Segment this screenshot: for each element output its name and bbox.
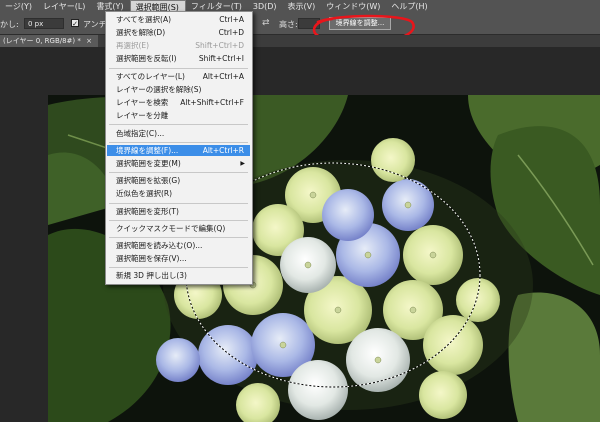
menu-separator	[109, 172, 248, 173]
menu-item-modify[interactable]: 選択範囲を変更(M) ▶	[107, 158, 250, 169]
menu-item-all-layers[interactable]: すべてのレイヤー(L) Alt+Ctrl+A	[107, 71, 250, 82]
menu-window[interactable]: ウィンドウ(W)	[321, 0, 386, 14]
menu-item-reselect: 再選択(E) Shift+Ctrl+D	[116, 41, 244, 50]
document-tab-bar: (レイヤー 0, RGB/8#) * ×	[0, 35, 600, 47]
menu-layer[interactable]: レイヤー(L)	[38, 0, 91, 14]
menu-view[interactable]: 表示(V)	[283, 0, 322, 14]
feather-input[interactable]: 0 px	[24, 18, 64, 29]
menu-bar: ージ(Y) レイヤー(L) 書式(Y) 選択範囲(S) フィルター(T) 3D(…	[0, 0, 600, 15]
menu-separator	[109, 220, 248, 221]
menu-item-isolate-layers[interactable]: レイヤーを分離	[107, 110, 250, 121]
menu-item-deselect-layers[interactable]: レイヤーの選択を解除(S)	[107, 84, 250, 95]
antialias-checkbox[interactable]: ✓	[71, 19, 79, 28]
height-label: 高さ:	[279, 20, 298, 29]
submenu-arrow-icon: ▶	[240, 160, 245, 167]
menu-item-grow[interactable]: 選択範囲を拡張(G)	[107, 175, 250, 186]
menu-item-transform-selection[interactable]: 選択範囲を変形(T)	[107, 206, 250, 217]
menu-item-new-3d-extrusion[interactable]: 新規 3D 押し出し(3)	[107, 270, 250, 281]
menu-page[interactable]: ージ(Y)	[0, 0, 38, 14]
menu-item-save-selection[interactable]: 選択範囲を保存(V)...	[107, 253, 250, 264]
menu-item-find-layers[interactable]: レイヤーを検索 Alt+Shift+Ctrl+F	[107, 97, 250, 108]
document-tab[interactable]: (レイヤー 0, RGB/8#) * ×	[0, 35, 98, 47]
select-menu-dropdown: すべてを選択(A) Ctrl+A 選択を解除(D) Ctrl+D 再選択(E) …	[105, 11, 253, 285]
menu-item-quick-mask[interactable]: クイックマスクモードで編集(Q)	[107, 223, 250, 234]
swap-dimensions-icon[interactable]: ⇄	[262, 18, 270, 28]
feather-label: かし:	[0, 20, 19, 29]
menu-item-refine-edge[interactable]: 境界線を調整(F)... Alt+Ctrl+R	[107, 145, 250, 156]
menu-3d[interactable]: 3D(D)	[248, 0, 283, 14]
menu-separator	[109, 124, 248, 125]
menu-item-select-all[interactable]: すべてを選択(A) Ctrl+A	[107, 14, 250, 25]
menu-separator	[109, 203, 248, 204]
menu-item-similar[interactable]: 近似色を選択(R)	[107, 188, 250, 199]
menu-item-load-selection[interactable]: 選択範囲を読み込む(O)...	[107, 240, 250, 251]
options-bar: かし: 0 px ✓ アンチエイリ ⇄ 高さ: 境界線を調整...	[0, 14, 600, 44]
menu-item-inverse[interactable]: 選択範囲を反転(I) Shift+Ctrl+I	[107, 53, 250, 64]
menu-item-deselect[interactable]: 選択を解除(D) Ctrl+D	[107, 27, 250, 38]
menu-separator	[109, 267, 248, 268]
tab-close-icon[interactable]: ×	[86, 37, 92, 45]
menu-help[interactable]: ヘルプ(H)	[386, 0, 433, 14]
menu-separator	[109, 68, 248, 69]
menu-item-color-range[interactable]: 色域指定(C)...	[107, 128, 250, 139]
document-tab-label: (レイヤー 0, RGB/8#) *	[3, 37, 81, 45]
menu-separator	[109, 142, 248, 143]
menu-separator	[109, 237, 248, 238]
